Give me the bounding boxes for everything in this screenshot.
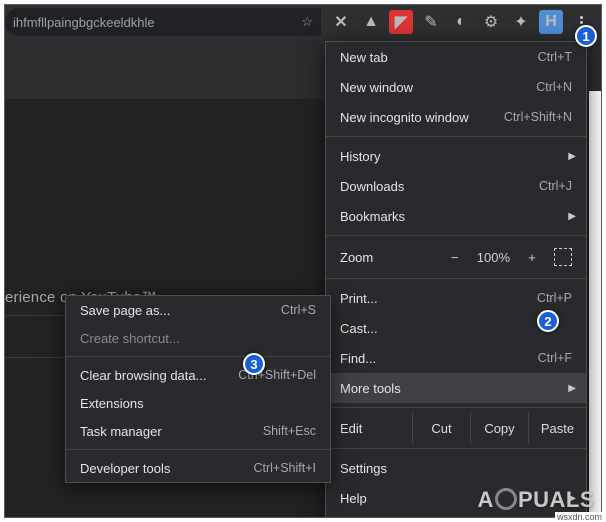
menu-zoom: Zoom − 100% +	[326, 240, 586, 274]
annotation-badge-2: 2	[537, 310, 559, 332]
menu-item-label: Task manager	[80, 424, 162, 439]
submenu-arrow-icon: ▶	[568, 211, 576, 222]
browser-toolbar: ihfmfllpaingbgckeeldkhle ☆ ✕ ▲ ◤ ✎ ◐ ⚙ ✦…	[5, 5, 601, 39]
watermark-text: A	[478, 487, 494, 512]
menu-item-label: Zoom	[340, 250, 373, 265]
omnibox[interactable]: ihfmfllpaingbgckeeldkhle ☆	[5, 8, 321, 36]
window-frame: ihfmfllpaingbgckeeldkhle ☆ ✕ ▲ ◤ ✎ ◐ ⚙ ✦…	[4, 4, 602, 518]
menu-item-label: Help	[340, 491, 367, 506]
watermark-emblem-icon	[495, 488, 517, 510]
menu-item-label: Settings	[340, 461, 387, 476]
extension-icons: ✕ ▲ ◤ ✎ ◐ ⚙ ✦ H	[327, 5, 601, 39]
menu-new-window[interactable]: New window Ctrl+N	[326, 72, 586, 102]
menu-history[interactable]: History ▶	[326, 141, 586, 171]
menu-more-tools[interactable]: More tools ▶	[326, 373, 586, 403]
annotation-badge-1: 1	[575, 25, 597, 47]
extension-icon-1[interactable]: ✕	[329, 10, 353, 34]
submenu-arrow-icon: ▶	[568, 383, 576, 394]
menu-edit: Edit Cut Copy Paste	[326, 412, 586, 444]
more-tools-submenu: Save page as... Ctrl+S Create shortcut..…	[65, 295, 331, 483]
shortcut: Ctrl+F	[538, 351, 572, 365]
separator	[66, 449, 330, 450]
menu-item-label: New incognito window	[340, 110, 469, 125]
shortcut: Ctrl+N	[536, 80, 572, 94]
shortcut: Ctrl+Shift+I	[253, 461, 316, 475]
shortcut: Ctrl+P	[537, 291, 572, 305]
menu-item-label: History	[340, 149, 380, 164]
menu-item-label: Find...	[340, 351, 376, 366]
menu-item-label: Extensions	[80, 396, 144, 411]
submenu-save-page-as[interactable]: Save page as... Ctrl+S	[66, 296, 330, 324]
zoom-out-button[interactable]: −	[447, 250, 463, 265]
submenu-developer-tools[interactable]: Developer tools Ctrl+Shift+I	[66, 454, 330, 482]
extensions-puzzle-icon[interactable]: ✦	[509, 10, 533, 34]
menu-item-label: New tab	[340, 50, 388, 65]
separator	[66, 356, 330, 357]
submenu-extensions[interactable]: Extensions	[66, 389, 330, 417]
extension-icon-4[interactable]: ✎	[419, 10, 443, 34]
menu-new-incognito[interactable]: New incognito window Ctrl+Shift+N	[326, 102, 586, 132]
shortcut: Ctrl+S	[281, 303, 316, 317]
menu-item-label: Developer tools	[80, 461, 170, 476]
menu-item-label: Downloads	[340, 179, 404, 194]
menu-item-label: More tools	[340, 381, 401, 396]
menu-print[interactable]: Print... Ctrl+P	[326, 283, 586, 313]
separator	[326, 136, 586, 137]
menu-item-label: New window	[340, 80, 413, 95]
url-text: ihfmfllpaingbgckeeldkhle	[13, 15, 155, 30]
edit-paste-button[interactable]: Paste	[528, 412, 586, 444]
separator	[326, 517, 586, 518]
submenu-task-manager[interactable]: Task manager Shift+Esc	[66, 417, 330, 445]
menu-new-tab[interactable]: New tab Ctrl+T	[326, 42, 586, 72]
extension-icon-5[interactable]: ◐	[449, 10, 473, 34]
menu-bookmarks[interactable]: Bookmarks ▶	[326, 201, 586, 231]
menu-downloads[interactable]: Downloads Ctrl+J	[326, 171, 586, 201]
edit-cut-button[interactable]: Cut	[412, 412, 470, 444]
watermark: A PUALS	[478, 487, 595, 513]
extension-icon-2[interactable]: ▲	[359, 10, 383, 34]
menu-find[interactable]: Find... Ctrl+F	[326, 343, 586, 373]
chrome-main-menu: New tab Ctrl+T New window Ctrl+N New inc…	[325, 41, 587, 518]
shortcut: Ctrl+T	[538, 50, 572, 64]
shortcut: Ctrl+J	[539, 179, 572, 193]
shortcut: Ctrl+Shift+N	[504, 110, 572, 124]
profile-avatar[interactable]: H	[539, 10, 563, 34]
watermark-text: PUALS	[518, 487, 595, 512]
settings-gear-icon[interactable]: ⚙	[479, 10, 503, 34]
menu-item-label: Cast...	[340, 321, 378, 336]
menu-item-label: Edit	[340, 421, 362, 436]
extension-icon-3[interactable]: ◤	[389, 10, 413, 34]
submenu-clear-browsing-data[interactable]: Clear browsing data... Ctrl+Shift+Del	[66, 361, 330, 389]
credit-text: wsxdn.com	[555, 512, 604, 522]
menu-item-label: Clear browsing data...	[80, 368, 206, 383]
submenu-arrow-icon: ▶	[568, 151, 576, 162]
fullscreen-icon[interactable]	[554, 248, 572, 266]
bookmark-star-icon[interactable]: ☆	[301, 14, 313, 30]
scrollbar[interactable]	[589, 91, 601, 517]
separator	[326, 448, 586, 449]
edit-copy-button[interactable]: Copy	[470, 412, 528, 444]
submenu-create-shortcut: Create shortcut...	[66, 324, 330, 352]
menu-item-label: Create shortcut...	[80, 331, 180, 346]
menu-item-label: Bookmarks	[340, 209, 405, 224]
menu-item-label: Save page as...	[80, 303, 170, 318]
separator	[326, 235, 586, 236]
zoom-in-button[interactable]: +	[524, 250, 540, 265]
menu-settings[interactable]: Settings	[326, 453, 586, 483]
separator	[326, 407, 586, 408]
zoom-level: 100%	[477, 250, 510, 265]
menu-item-label: Print...	[340, 291, 378, 306]
shortcut: Shift+Esc	[263, 424, 316, 438]
separator	[326, 278, 586, 279]
annotation-badge-3: 3	[243, 353, 265, 375]
